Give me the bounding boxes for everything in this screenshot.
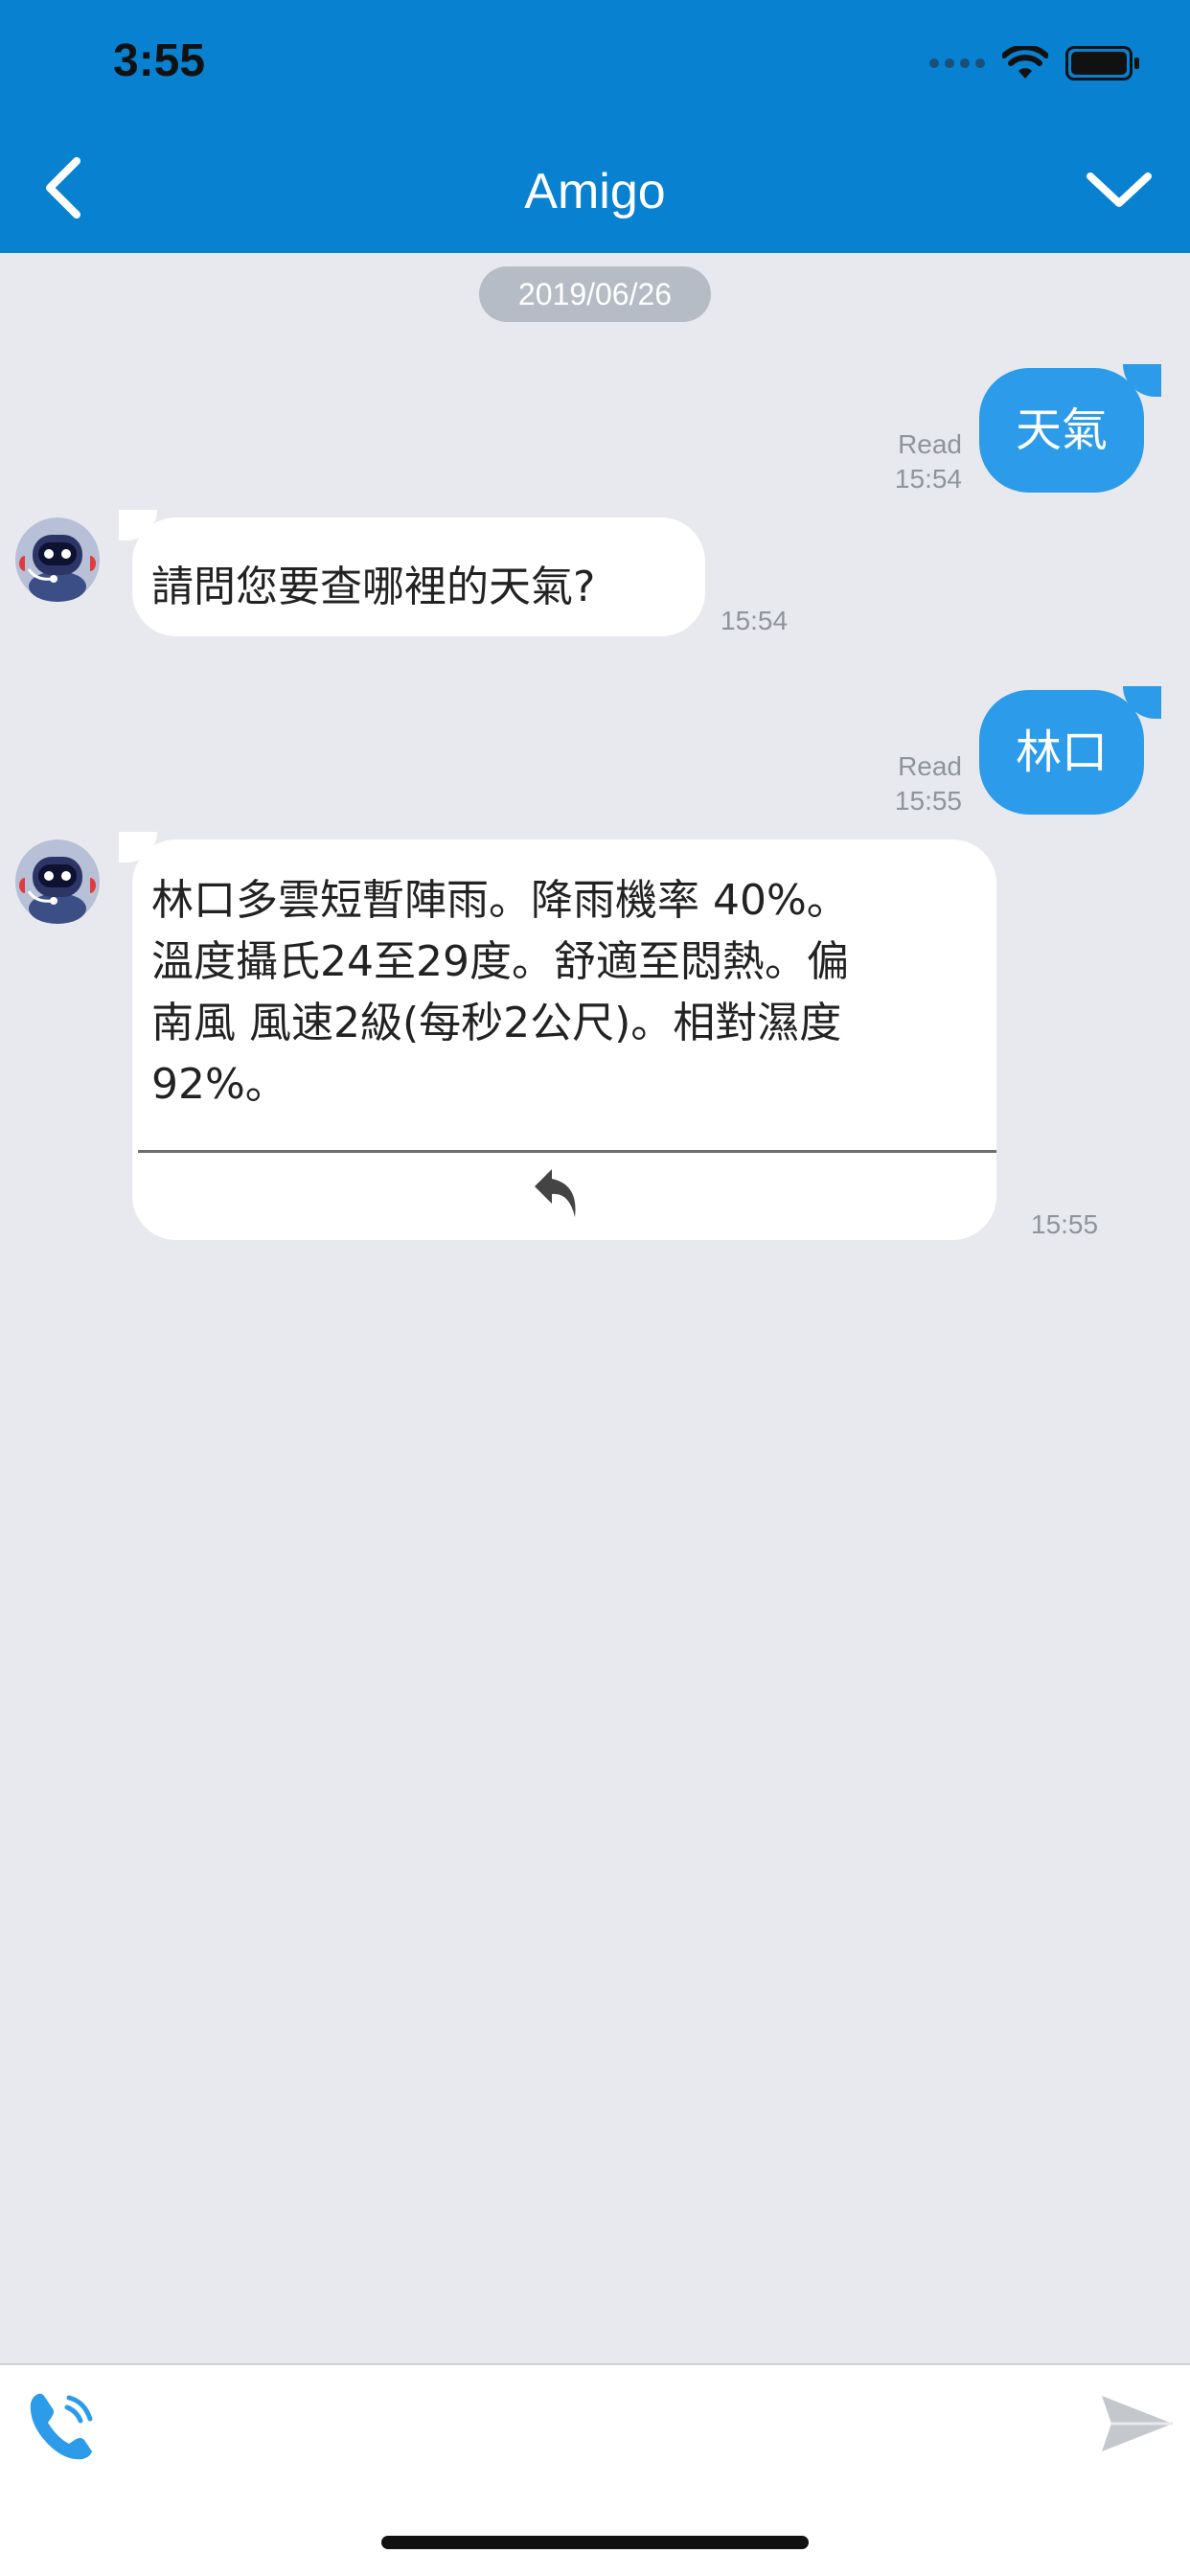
- message-input-bar: [0, 2363, 1190, 2478]
- card-divider: [138, 1150, 996, 1153]
- incoming-message-bubble[interactable]: 請問您要查哪裡的天氣?: [119, 510, 705, 636]
- phone-icon[interactable]: [23, 2384, 103, 2465]
- message-time: 15:54: [721, 606, 789, 635]
- message-meta: Read 15:55: [895, 749, 962, 818]
- message-line: 92%。: [151, 1060, 287, 1109]
- message-line: 林口多雲短暫陣雨。降雨機率 40%。: [151, 876, 849, 925]
- home-indicator-area: [0, 2478, 1190, 2576]
- message-input[interactable]: [130, 2384, 1054, 2459]
- battery-icon: [1065, 46, 1139, 80]
- status-icons: [929, 42, 1139, 84]
- message-meta: Read 15:54: [895, 427, 962, 496]
- status-time: 3:55: [113, 35, 206, 86]
- bot-avatar: [15, 518, 100, 602]
- outgoing-message-bubble[interactable]: 天氣: [979, 364, 1161, 493]
- date-separator: 2019/06/26: [479, 266, 711, 322]
- wifi-icon: [1002, 46, 1048, 79]
- app-header: 3:55 Amigo: [0, 0, 1190, 253]
- message-time: 15:55: [1031, 1209, 1099, 1239]
- signal-icon: [929, 58, 985, 68]
- reply-icon[interactable]: [533, 1163, 581, 1221]
- page-title: Amigo: [524, 164, 666, 219]
- weather-message-text: 林口多雲短暫陣雨。降雨機率 40%。 溫度攝氏24至29度。舒適至悶熱。偏 南風…: [151, 870, 975, 1116]
- message-time: 15:55: [894, 786, 962, 816]
- message-text: 請問您要查哪裡的天氣?: [151, 563, 596, 611]
- message-text: 林口: [1015, 725, 1108, 779]
- home-indicator[interactable]: [381, 2536, 809, 2549]
- message-line: 溫度攝氏24至29度。舒適至悶熱。偏: [151, 937, 849, 986]
- read-status: Read: [898, 429, 962, 459]
- send-icon[interactable]: [1098, 2392, 1177, 2455]
- message-text: 天氣: [1015, 403, 1108, 457]
- chevron-down-icon[interactable]: [1083, 163, 1156, 217]
- message-time: 15:54: [894, 464, 962, 494]
- read-status: Read: [898, 751, 962, 781]
- outgoing-message-bubble[interactable]: 林口: [979, 686, 1161, 815]
- bot-avatar: [15, 840, 100, 924]
- message-line: 南風 風速2級(每秒2公尺)。相對濕度: [151, 999, 842, 1047]
